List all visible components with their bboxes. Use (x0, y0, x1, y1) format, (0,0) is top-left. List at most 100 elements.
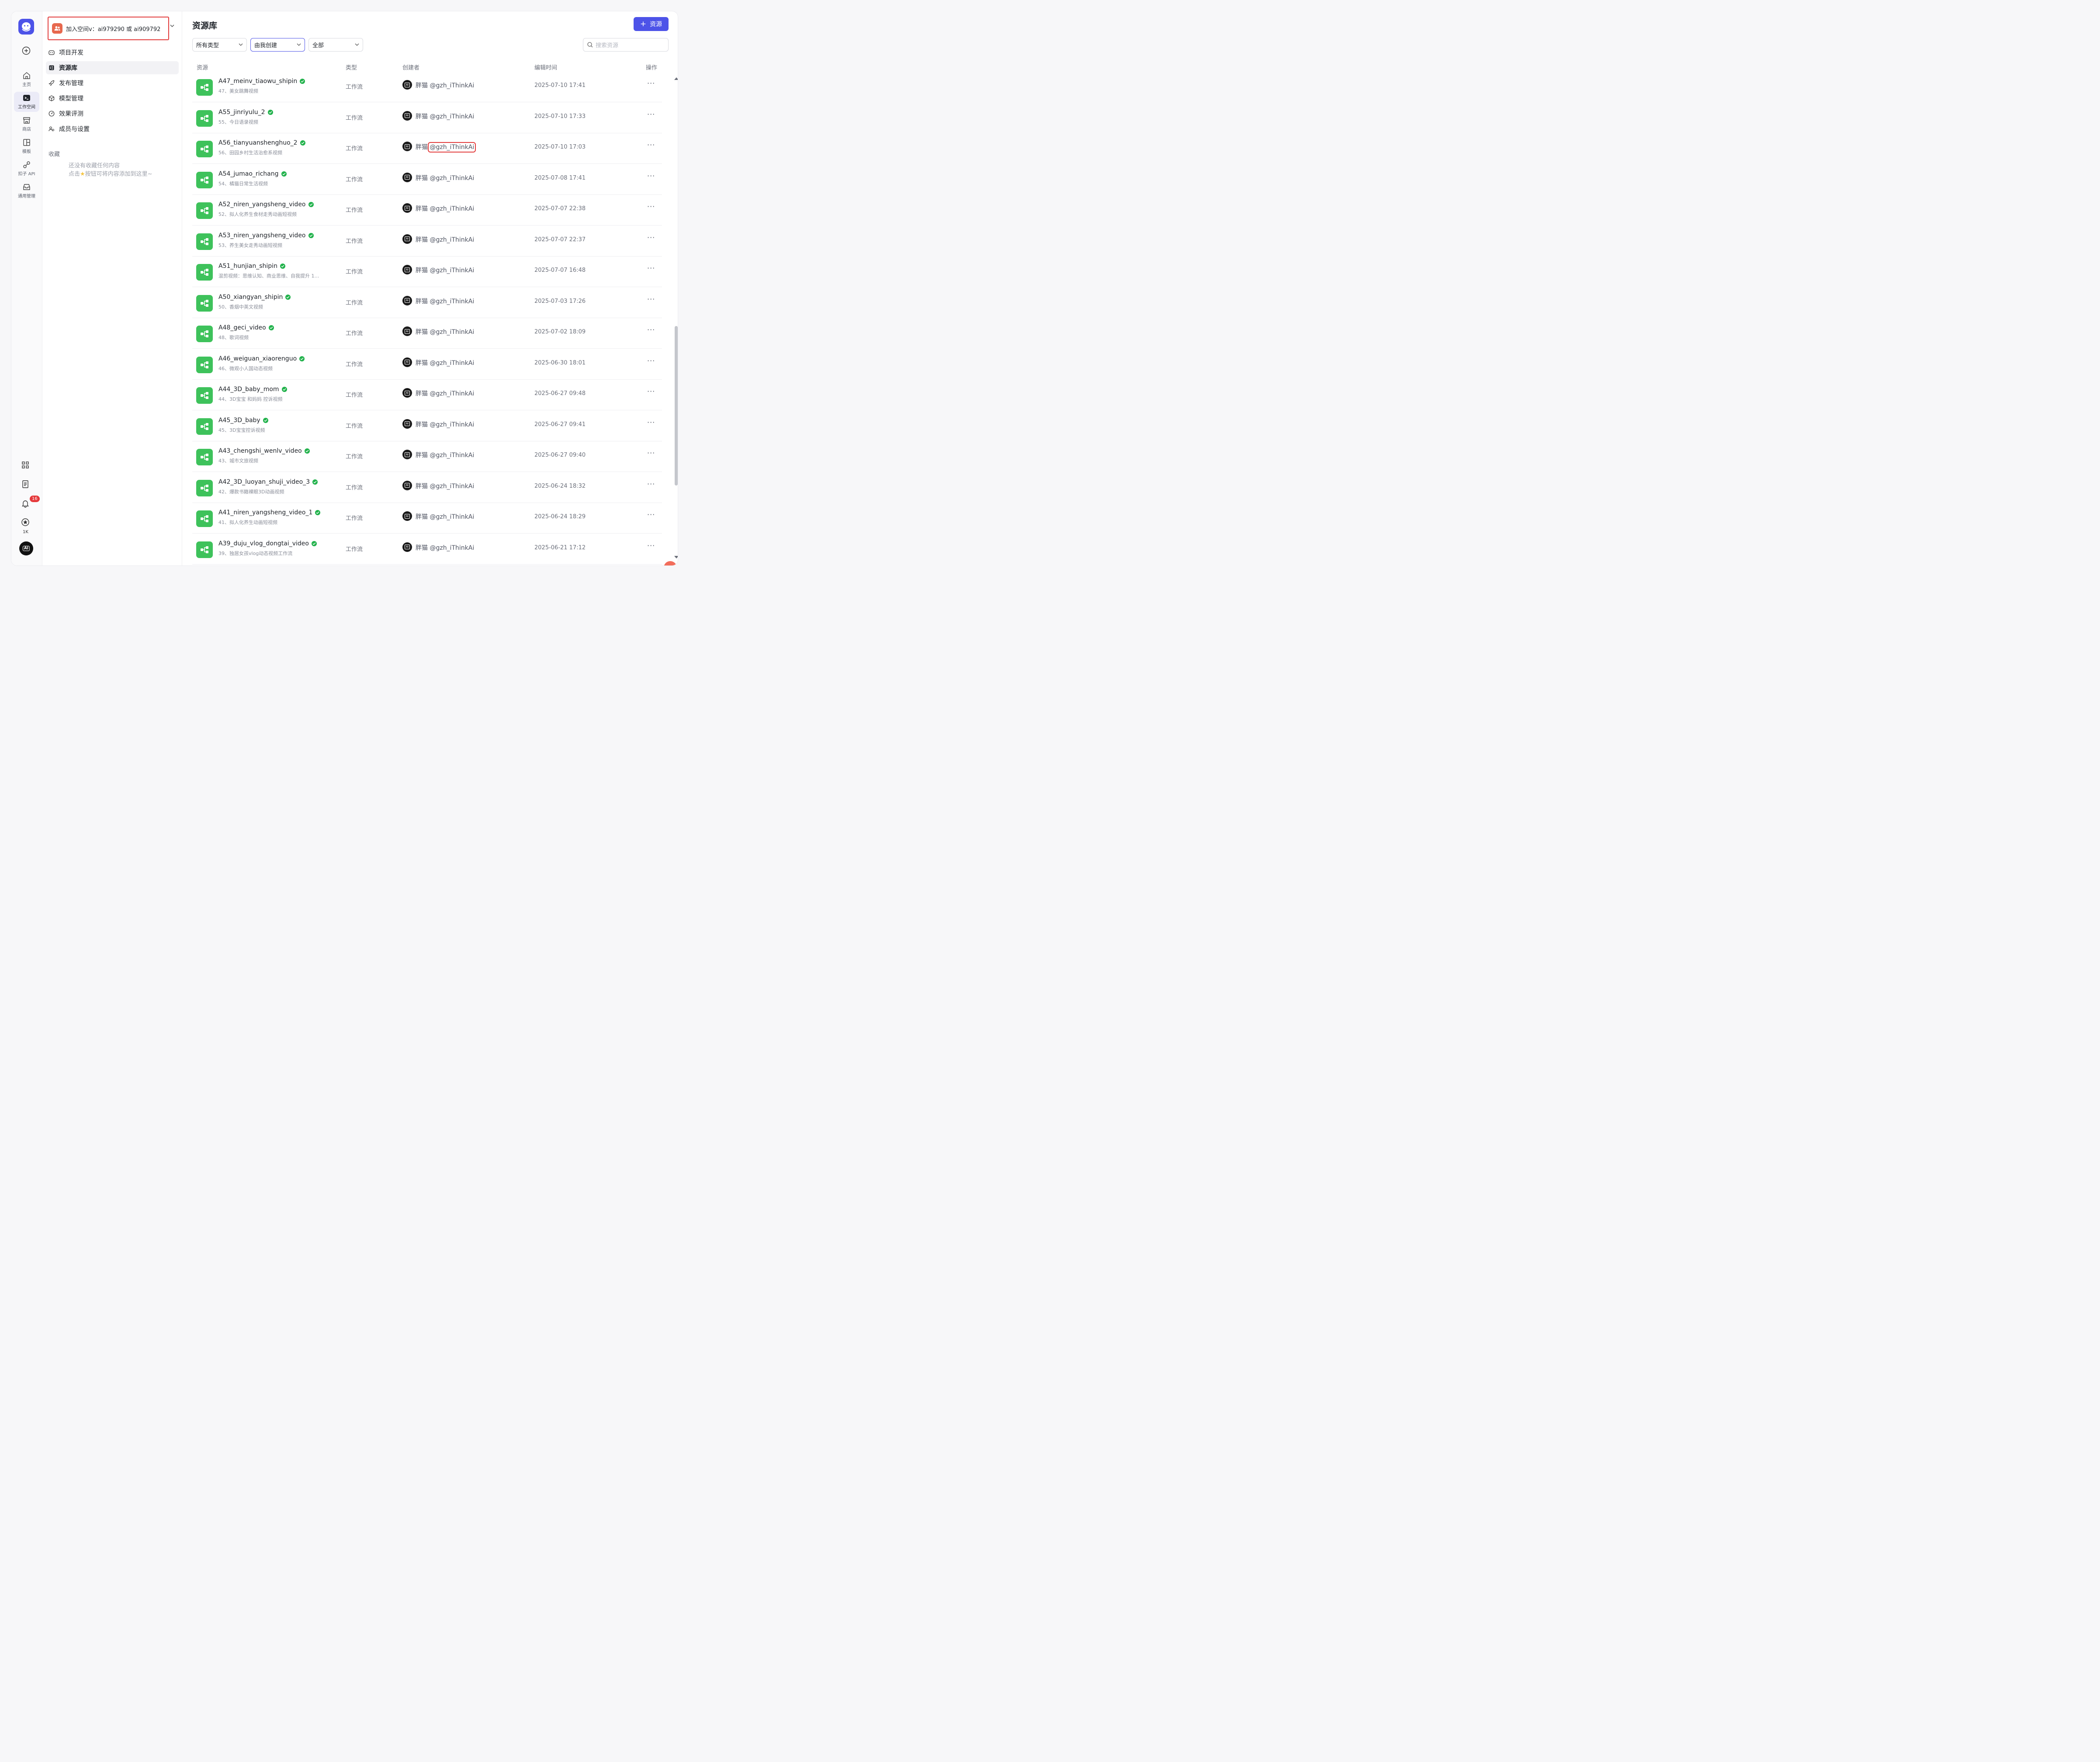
assistant-bubble[interactable] (664, 561, 677, 565)
create-icon[interactable] (22, 46, 31, 55)
more-icon[interactable]: ··· (647, 480, 655, 488)
col-type[interactable]: 类型 (346, 63, 357, 71)
nav-models[interactable]: 模型管理 (46, 92, 179, 105)
search-placeholder: 搜索资源 (596, 42, 619, 49)
table-row[interactable]: A48_geci_video 48、歌词视频 工作流 AI 胖猫 @gzh_iThink… (192, 318, 662, 349)
chevron-down-icon[interactable] (170, 24, 174, 27)
creator-name: 胖猫 (416, 236, 428, 243)
more-icon[interactable]: ··· (647, 541, 655, 550)
more-icon[interactable]: ··· (647, 141, 655, 149)
resource-type: 工作流 (346, 546, 363, 553)
resource-name[interactable]: A47_meinv_tiaowu_shipin (218, 78, 305, 85)
more-icon[interactable]: ··· (647, 449, 655, 457)
app-logo[interactable] (18, 19, 34, 35)
resource-name[interactable]: A56_tianyuanshenghuo_2 (218, 139, 305, 146)
table-row[interactable]: A42_3D_luoyan_shuji_video_3 42、爆款书籍裸眼3D动画… (192, 472, 662, 503)
more-icon[interactable]: ··· (647, 202, 655, 211)
resource-name[interactable]: A54_jumao_richang (218, 170, 287, 177)
resource-name[interactable]: A50_xiangyan_shipin (218, 294, 291, 301)
status-filter[interactable]: 全部 (308, 38, 363, 52)
more-icon[interactable]: ··· (647, 418, 655, 427)
table-row[interactable]: A54_jumao_richang 54、橘猫日常生活视频 工作流 AI 胖猫 @gzh… (192, 164, 662, 195)
table-row[interactable]: A53_niren_yangsheng_video 53、养生美女走秀动画短视频 工… (192, 225, 662, 257)
table-row[interactable]: A47_meinv_tiaowu_shipin 47、美女跳舞视频 工作流 AI 胖猫 … (192, 71, 662, 102)
add-resource-button[interactable]: + 资源 (634, 17, 669, 31)
col-edited[interactable]: 编辑时间 (534, 63, 557, 71)
more-icon[interactable]: ··· (647, 264, 655, 272)
more-icon[interactable]: ··· (647, 387, 655, 395)
table-row[interactable]: A45_3D_baby 45、3D宝宝控诉视频 工作流 AI 胖猫 @gzh_iThin… (192, 410, 662, 441)
resource-name[interactable]: A46_weiguan_xiaorenguo (218, 355, 305, 362)
resource-name-text: A51_hunjian_shipin (218, 263, 277, 270)
space-selector[interactable]: 加入空间v：ai979290 或 ai909792 (48, 17, 169, 40)
nav-members[interactable]: 成员与设置 (46, 122, 179, 135)
rail-general[interactable]: 通用管理 (14, 181, 39, 201)
scroll-up-arrow[interactable] (674, 77, 678, 80)
rail-api[interactable]: 扣子 API (14, 159, 39, 179)
more-icon[interactable]: ··· (647, 357, 655, 365)
table-row[interactable]: A52_niren_yangsheng_video 52、拟人化养生食材走秀动画短… (192, 194, 662, 225)
resource-name[interactable]: A41_niren_yangsheng_video_1 (218, 509, 321, 516)
more-icon[interactable]: ··· (647, 233, 655, 242)
table-row[interactable]: A43_chengshi_wenlv_video 43、城市文旅视频 工作流 AI 胖猫… (192, 441, 662, 472)
search-input[interactable]: 搜索资源 (583, 38, 669, 52)
nav-publish[interactable]: 发布管理 (46, 76, 179, 90)
resource-desc: 46、微观小人国动态视频 (218, 365, 273, 371)
store-icon (23, 117, 30, 124)
rail-templates[interactable]: 模板 (14, 136, 39, 156)
space-label: 加入空间v：ai979290 或 ai909792 (66, 26, 161, 33)
creator: 胖猫 @gzh_iThinkAi (416, 389, 474, 398)
resource-type: 工作流 (346, 238, 363, 245)
grid-icon[interactable] (21, 461, 31, 471)
table-row[interactable]: A51_hunjian_shipin 混剪视频：思维认知、商业思维、自我提升 1…… (192, 256, 662, 287)
nav-project-dev[interactable]: 项目开发 (46, 46, 179, 59)
home-icon (23, 72, 30, 79)
more-icon[interactable]: ··· (647, 326, 655, 334)
table-row[interactable]: A50_xiangyan_shipin 50、香烟中英文视频 工作流 AI 胖猫 @gz… (192, 287, 662, 318)
resource-name[interactable]: A48_geci_video (218, 324, 274, 331)
workflow-icon (196, 479, 213, 496)
creator-filter[interactable]: 由我创建 (250, 38, 305, 52)
table-row[interactable]: A44_3D_baby_mom 44、3D宝宝 和妈妈 控诉视频 工作流 AI 胖猫 @… (192, 379, 662, 410)
col-creator[interactable]: 创建者 (402, 63, 419, 71)
workflow-icon (196, 264, 213, 281)
rail-home[interactable]: 主页 (14, 69, 39, 90)
resource-name[interactable]: A53_niren_yangsheng_video (218, 232, 314, 239)
resource-name[interactable]: A43_chengshi_wenlv_video (218, 447, 310, 454)
type-filter[interactable]: 所有类型 (192, 38, 247, 52)
resource-name[interactable]: A42_3D_luoyan_shuji_video_3 (218, 479, 318, 486)
resource-name[interactable]: A52_niren_yangsheng_video (218, 201, 314, 208)
table-row[interactable]: A56_tianyuanshenghuo_2 56、田园乡村生活治愈系视频 工作流 A… (192, 133, 662, 164)
table-row[interactable]: A39_duju_vlog_dongtai_video 39、独居女孩vlog动态… (192, 534, 662, 565)
resource-name[interactable]: A51_hunjian_shipin (218, 263, 285, 270)
more-icon[interactable]: ··· (647, 110, 655, 118)
table-row[interactable]: A46_weiguan_xiaorenguo 46、微观小人国动态视频 工作流 AI 胖… (192, 349, 662, 380)
nav-evaluation[interactable]: 效果评测 (46, 107, 179, 120)
resource-desc: 43、城市文旅视频 (218, 458, 258, 464)
star-icon[interactable] (21, 518, 31, 528)
check-icon (308, 232, 314, 238)
rail-store[interactable]: 商店 (14, 114, 39, 134)
more-icon[interactable]: ··· (647, 79, 655, 87)
col-resource[interactable]: 资源 (197, 63, 208, 71)
resource-name[interactable]: A55_jinriyulu_2 (218, 109, 273, 116)
table-row[interactable]: A55_jinriyulu_2 55、今日语录视频 工作流 AI 胖猫 @gzh_iTh… (192, 102, 662, 133)
resource-name[interactable]: A44_3D_baby_mom (218, 386, 287, 393)
resource-desc: 41、拟人化养生动画短视频 (218, 520, 277, 525)
doc-icon[interactable] (21, 480, 31, 490)
creator-name: 胖猫 (416, 359, 428, 367)
resource-name[interactable]: A39_duju_vlog_dongtai_video (218, 540, 317, 547)
creator: 胖猫 @gzh_iThinkAi (416, 81, 474, 90)
icon-rail: 主页 工作空间 商店 模板 扣子 API 通用管理 16 1K AI (11, 11, 42, 565)
scroll-down-arrow[interactable] (674, 556, 678, 558)
resource-name[interactable]: A45_3D_baby (218, 417, 268, 424)
more-icon[interactable]: ··· (647, 295, 655, 303)
user-avatar[interactable]: AI (19, 541, 33, 555)
nav-library[interactable]: 资源库 (46, 61, 179, 74)
resource-type: 工作流 (346, 84, 363, 90)
scrollbar-thumb[interactable] (675, 326, 678, 486)
rail-workspace[interactable]: 工作空间 (14, 92, 39, 112)
table-row[interactable]: A41_niren_yangsheng_video_1 41、拟人化养生动画短视频… (192, 503, 662, 534)
more-icon[interactable]: ··· (647, 172, 655, 180)
more-icon[interactable]: ··· (647, 510, 655, 519)
